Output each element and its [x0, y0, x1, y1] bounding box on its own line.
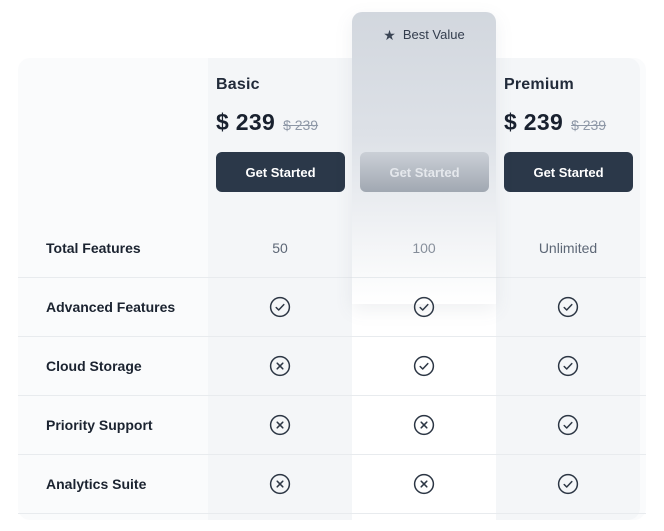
- plan-price: $ 239: [504, 109, 563, 136]
- x-circle-icon: [269, 355, 291, 377]
- feature-value-cell: [208, 455, 352, 513]
- feature-label: Advanced Features: [18, 278, 208, 336]
- feature-value: 100: [412, 240, 435, 256]
- feature-label: Total Features: [18, 219, 208, 277]
- check-circle-icon: [557, 355, 579, 377]
- x-circle-icon: [413, 414, 435, 436]
- feature-value-cell: [208, 337, 352, 395]
- check-circle-icon: [557, 414, 579, 436]
- feature-value: 50: [272, 240, 288, 256]
- get-started-button-premium[interactable]: Get Started: [504, 152, 633, 192]
- feature-value-cell: [496, 337, 640, 395]
- table-row: Total Features 50 100 Unlimited: [18, 219, 646, 278]
- feature-value-cell: [352, 396, 496, 454]
- plan-old-price: $ 239: [427, 117, 462, 133]
- feature-label: Priority Support: [18, 396, 208, 454]
- pricing-card: Basic$ 239$ 239Get StartedStandard$ 239$…: [18, 58, 646, 520]
- feature-value-cell: [208, 278, 352, 336]
- plan-old-price: $ 239: [283, 117, 318, 133]
- get-started-button-basic[interactable]: Get Started: [216, 152, 345, 192]
- plan-name: Basic: [216, 76, 260, 94]
- feature-value-cell: [496, 396, 640, 454]
- plan-header-premium: Premium $ 239 $ 239 Get Started: [496, 58, 640, 219]
- plan-name: Premium: [504, 76, 574, 94]
- table-row: Priority Support: [18, 396, 646, 455]
- plan-price-row: $ 239 $ 239: [504, 109, 606, 136]
- feature-value-cell: 50: [208, 219, 352, 277]
- table-row: Cloud Storage: [18, 337, 646, 396]
- feature-label: Cloud Storage: [18, 337, 208, 395]
- plan-price: $ 239: [216, 109, 275, 136]
- feature-value-cell: Unlimited: [496, 219, 640, 277]
- x-circle-icon: [269, 473, 291, 495]
- feature-value-cell: [496, 278, 640, 336]
- plan-price: $ 239: [360, 109, 419, 136]
- table-row: Analytics Suite: [18, 455, 646, 514]
- best-value-badge: ★ Best Value: [352, 12, 496, 42]
- plan-header-basic: Basic $ 239 $ 239 Get Started: [208, 58, 352, 219]
- plan-old-price: $ 239: [571, 117, 606, 133]
- feature-value-cell: 100: [352, 219, 496, 277]
- feature-rows: Total Features 50 100 Unlimited Advanced Fea…: [18, 219, 646, 514]
- feature-value-cell: [352, 455, 496, 513]
- x-circle-icon: [269, 414, 291, 436]
- feature-value-cell: [352, 278, 496, 336]
- feature-value-cell: [208, 396, 352, 454]
- plan-price-row: $ 239 $ 239: [360, 109, 462, 136]
- table-row: Advanced Features: [18, 278, 646, 337]
- plan-header-standard: Standard $ 239 $ 239 Get Started: [352, 58, 496, 219]
- star-icon: ★: [383, 28, 396, 42]
- feature-value-cell: [496, 455, 640, 513]
- plan-price-row: $ 239 $ 239: [216, 109, 318, 136]
- check-circle-icon: [413, 296, 435, 318]
- feature-value: Unlimited: [539, 240, 597, 256]
- get-started-button-standard[interactable]: Get Started: [360, 152, 489, 192]
- feature-label: Analytics Suite: [18, 455, 208, 513]
- header-spacer-cell: [18, 58, 208, 219]
- check-circle-icon: [557, 296, 579, 318]
- plans-header-row: Basic$ 239$ 239Get StartedStandard$ 239$…: [18, 58, 646, 219]
- check-circle-icon: [413, 355, 435, 377]
- check-circle-icon: [557, 473, 579, 495]
- best-value-label: Best Value: [403, 27, 465, 42]
- check-circle-icon: [269, 296, 291, 318]
- x-circle-icon: [413, 473, 435, 495]
- feature-value-cell: [352, 337, 496, 395]
- plan-name: Standard: [360, 76, 431, 94]
